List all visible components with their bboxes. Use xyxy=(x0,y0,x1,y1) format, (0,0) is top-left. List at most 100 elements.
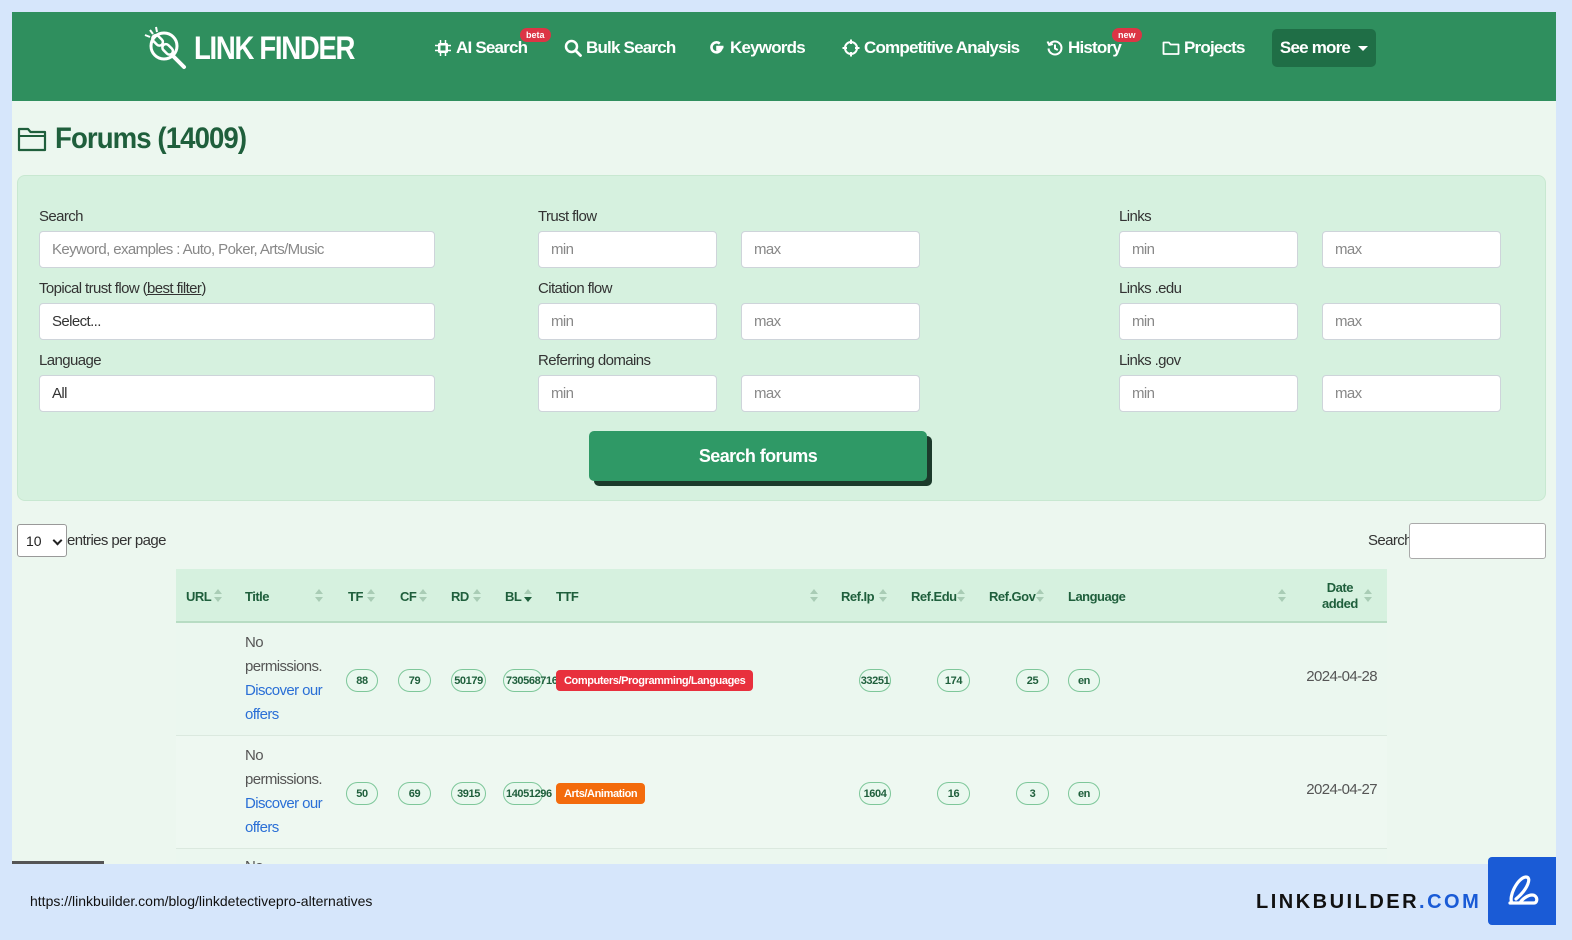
caret-down-icon xyxy=(1358,45,1369,51)
brand-tld: COM xyxy=(1427,891,1482,913)
links-edu-label: Links .edu xyxy=(1119,280,1182,297)
tf-value: 88 xyxy=(346,669,378,692)
nav-keywords-label: Keywords xyxy=(730,38,806,57)
col-ref-gov[interactable]: Ref.Gov xyxy=(989,569,1036,623)
links-min-input[interactable]: min xyxy=(1119,231,1298,268)
cf-value: 69 xyxy=(398,782,431,805)
trust-flow-min-input[interactable]: min xyxy=(538,231,717,268)
language-select[interactable]: All xyxy=(39,375,435,412)
filter-panel: Search Keyword, examples : Auto, Poker, … xyxy=(17,175,1546,501)
bl-value: 730568716 xyxy=(503,669,558,692)
nav-bulk-search[interactable]: Bulk Search xyxy=(564,36,676,60)
nav-ai-search-label: AI Search xyxy=(456,38,528,57)
ttf-label-close: ) xyxy=(201,280,206,297)
table-row: No permissions. Discover our offers 88 7… xyxy=(176,623,1387,736)
discover-offers-link[interactable]: Discover our offers xyxy=(245,795,323,836)
col-ref-ip[interactable]: Ref.Ip xyxy=(841,569,875,623)
beta-badge: beta xyxy=(520,28,551,42)
col-added-label: added xyxy=(1322,596,1358,611)
logo[interactable]: LINK FINDER xyxy=(142,26,380,70)
col-ref-edu[interactable]: Ref.Edu xyxy=(911,569,957,623)
nav-ai-search[interactable]: AI Search beta xyxy=(434,28,551,60)
col-rd[interactable]: RD xyxy=(451,569,469,623)
sort-icon xyxy=(1364,589,1372,603)
search-forums-button[interactable]: Search forums xyxy=(589,431,927,481)
referring-domains-max-input[interactable]: max xyxy=(741,375,920,412)
nav-projects[interactable]: Projects xyxy=(1162,36,1245,60)
links-gov-min-input[interactable]: min xyxy=(1119,375,1298,412)
scrollbar-thumb[interactable] xyxy=(12,861,104,864)
ref-ip-value: 33251 xyxy=(859,669,891,692)
citation-flow-max-input[interactable]: max xyxy=(741,303,920,340)
col-cf[interactable]: CF xyxy=(400,569,417,623)
nav-history-label: History xyxy=(1068,38,1122,57)
language-label: Language xyxy=(39,352,102,369)
title-cell: No xyxy=(245,855,335,864)
trust-flow-max-input[interactable]: max xyxy=(741,231,920,268)
date-added-value: 2024-04-28 xyxy=(1306,668,1377,685)
links-edu-min-input[interactable]: min xyxy=(1119,303,1298,340)
sort-desc-icon xyxy=(524,589,532,603)
keyword-search-input[interactable]: Keyword, examples : Auto, Poker, Arts/Mu… xyxy=(39,231,435,268)
brand-main: LINKBUILDER xyxy=(1256,891,1420,913)
no-permissions-text: No permissions. xyxy=(245,747,323,788)
sort-icon xyxy=(473,589,481,603)
brand-dot: . xyxy=(1419,891,1428,913)
topical-trust-flow-select[interactable]: Select... xyxy=(39,303,435,340)
sort-icon xyxy=(957,589,965,603)
best-filter-link[interactable]: best filter xyxy=(147,280,202,297)
folder-icon xyxy=(17,127,47,152)
entries-per-page-value: 10 xyxy=(26,532,42,549)
search-icon xyxy=(564,39,582,57)
col-date-label: Date xyxy=(1326,580,1354,595)
links-edu-max-input[interactable]: max xyxy=(1322,303,1501,340)
col-bl[interactable]: BL xyxy=(505,569,522,623)
ref-edu-value: 16 xyxy=(937,782,970,805)
linkbuilder-logo-icon xyxy=(1488,857,1556,925)
table-row: No xyxy=(176,849,1387,864)
no-permissions-text: No permissions. xyxy=(245,634,323,675)
col-date-added[interactable]: Date added xyxy=(1322,569,1362,623)
source-url: https://linkbuilder.com/blog/linkdetecti… xyxy=(30,893,373,909)
links-max-input[interactable]: max xyxy=(1322,231,1501,268)
ttf-label-text: Topical trust flow ( xyxy=(39,280,148,297)
page-title: Forums (14009) xyxy=(17,122,263,156)
nav-keywords[interactable]: Keywords xyxy=(708,36,806,60)
col-tf[interactable]: TF xyxy=(348,569,363,623)
referring-domains-min-input[interactable]: min xyxy=(538,375,717,412)
bl-value: 14051296 xyxy=(503,782,552,805)
discover-offers-link[interactable]: Discover our offers xyxy=(245,682,323,723)
history-icon xyxy=(1046,40,1063,56)
rd-value: 3915 xyxy=(451,782,486,805)
entries-per-page-select[interactable]: 10 xyxy=(17,524,67,557)
links-gov-max-input[interactable]: max xyxy=(1322,375,1501,412)
sort-icon xyxy=(367,589,375,603)
forums-table: URL Title TF CF RD BL TTF Ref.Ip Ref.Edu… xyxy=(176,569,1387,864)
crosshair-icon xyxy=(842,39,860,57)
nav-competitive-analysis-label: Competitive Analysis xyxy=(864,38,1020,57)
ref-ip-value: 1604 xyxy=(859,782,891,805)
folder-icon xyxy=(1162,41,1180,55)
nav-projects-label: Projects xyxy=(1184,38,1245,57)
col-url[interactable]: URL xyxy=(186,569,212,623)
table-search-input[interactable] xyxy=(1409,523,1546,559)
app-frame: LINK FINDER AI Search beta Bulk Search K… xyxy=(12,12,1556,864)
nav-history[interactable]: History new xyxy=(1046,28,1142,60)
sort-icon xyxy=(315,589,323,603)
language-value: en xyxy=(1068,782,1100,805)
citation-flow-min-input[interactable]: min xyxy=(538,303,717,340)
sort-icon xyxy=(1278,589,1286,603)
referring-domains-label: Referring domains xyxy=(538,352,651,369)
col-ttf[interactable]: TTF xyxy=(556,569,579,623)
links-label: Links xyxy=(1119,208,1152,225)
nav-competitive-analysis[interactable]: Competitive Analysis xyxy=(842,36,1020,60)
col-title[interactable]: Title xyxy=(245,569,270,623)
chevron-down-icon xyxy=(52,535,63,546)
language-value: en xyxy=(1068,669,1100,692)
sort-icon xyxy=(810,589,818,603)
ttf-tag: Arts/Animation xyxy=(556,783,646,804)
topical-trust-flow-label: Topical trust flow (best filter) xyxy=(39,280,206,297)
col-language[interactable]: Language xyxy=(1068,569,1126,623)
see-more-dropdown[interactable]: See more xyxy=(1272,29,1376,67)
table-header: URL Title TF CF RD BL TTF Ref.Ip Ref.Edu… xyxy=(176,569,1387,623)
